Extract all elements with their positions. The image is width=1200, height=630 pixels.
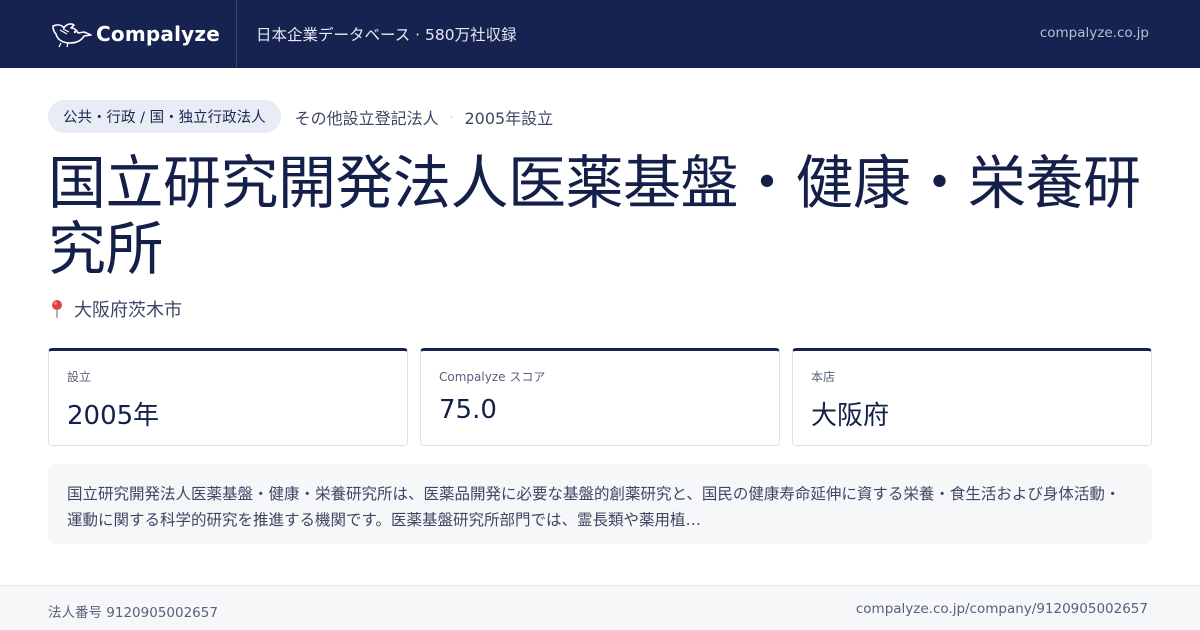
stat-value: 大阪府	[811, 401, 890, 431]
stat-label: 本店	[811, 370, 836, 384]
company-description: 国立研究開発法人医薬基盤・健康・栄養研究所は、医薬品開発に必要な基盤的創薬研究と…	[48, 464, 1152, 544]
stat-value: 2005年	[67, 401, 160, 431]
tagline: 日本企業データベース · 580万社収録	[256, 26, 517, 44]
category-badge[interactable]: 公共・行政 / 国・独立行政法人	[48, 100, 281, 133]
stat-card-headquarters: 本店 大阪府	[792, 348, 1152, 446]
stat-card-score: Compalyze スコア 75.0	[420, 348, 780, 446]
company-name: 国立研究開発法人医薬基盤・健康・栄養研究所	[48, 149, 1141, 283]
site-domain[interactable]: compalyze.co.jp	[1040, 25, 1149, 41]
corporate-number: 法人番号 9120905002657	[48, 605, 218, 621]
map-pin-icon	[52, 300, 62, 318]
location: 大阪府茨木市	[50, 296, 182, 322]
brand[interactable]: Compalyze	[0, 0, 237, 68]
entity-type: その他設立登記法人	[294, 108, 439, 128]
footer: 法人番号 9120905002657 compalyze.co.jp/compa…	[0, 585, 1200, 630]
stat-label: 設立	[67, 370, 92, 384]
meta-separator: ·	[449, 109, 454, 124]
header-bar: Compalyze 日本企業データベース · 580万社収録 compalyze…	[0, 0, 1200, 68]
stat-value: 75.0	[439, 395, 497, 425]
company-url[interactable]: compalyze.co.jp/company/9120905002657	[856, 601, 1148, 617]
location-text: 大阪府茨木市	[74, 300, 182, 321]
bird-logo-icon	[52, 23, 92, 48]
brand-name: Compalyze	[96, 22, 220, 46]
stat-cards: 設立 2005年 Compalyze スコア 75.0 本店 大阪府	[48, 348, 1152, 446]
og-card: Compalyze 日本企業データベース · 580万社収録 compalyze…	[0, 0, 1200, 630]
founded-text: 2005年設立	[464, 108, 554, 128]
meta-row: 公共・行政 / 国・独立行政法人 その他設立登記法人 · 2005年設立	[48, 100, 553, 133]
stat-label: Compalyze スコア	[439, 370, 546, 384]
stat-card-founded: 設立 2005年	[48, 348, 408, 446]
